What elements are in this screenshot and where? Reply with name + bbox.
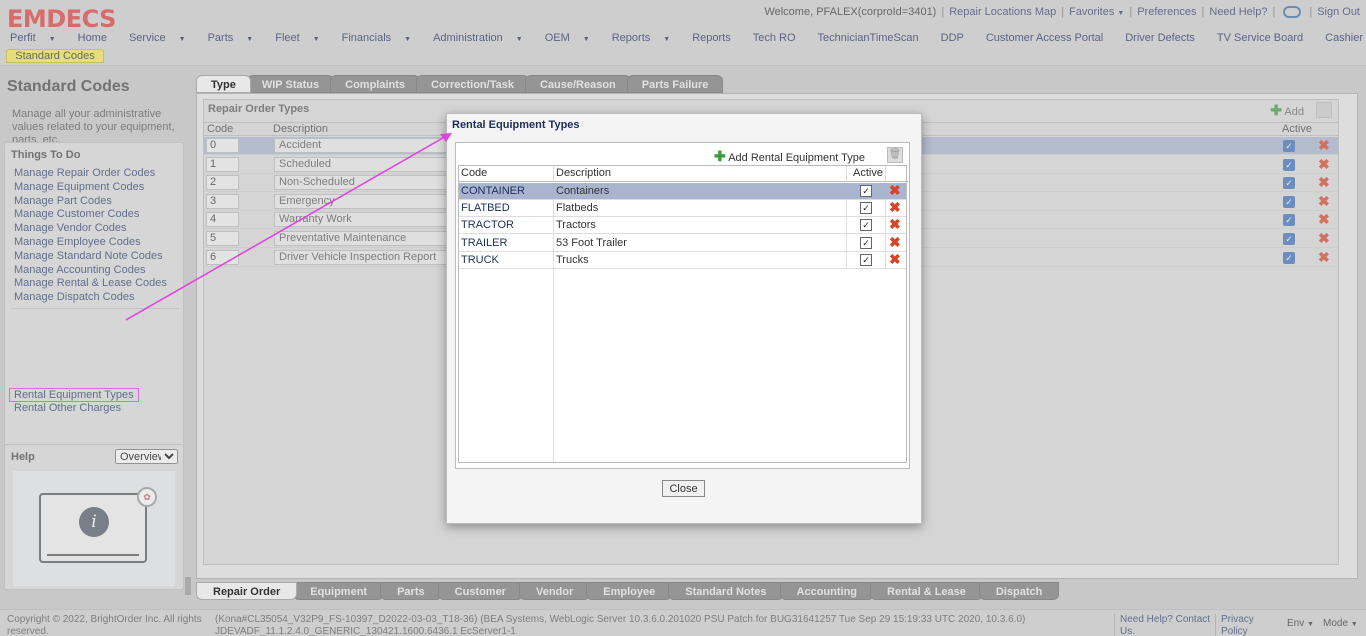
tab-repair-order[interactable]: Repair Order — [196, 582, 298, 600]
arrow-head — [440, 133, 452, 142]
tab-type[interactable]: Type — [196, 75, 251, 93]
annotation-arrow — [125, 133, 452, 321]
app: EMDECS Welcome, PFALEX(corproId=3401) | … — [0, 0, 1366, 636]
arrow-line — [125, 134, 449, 321]
